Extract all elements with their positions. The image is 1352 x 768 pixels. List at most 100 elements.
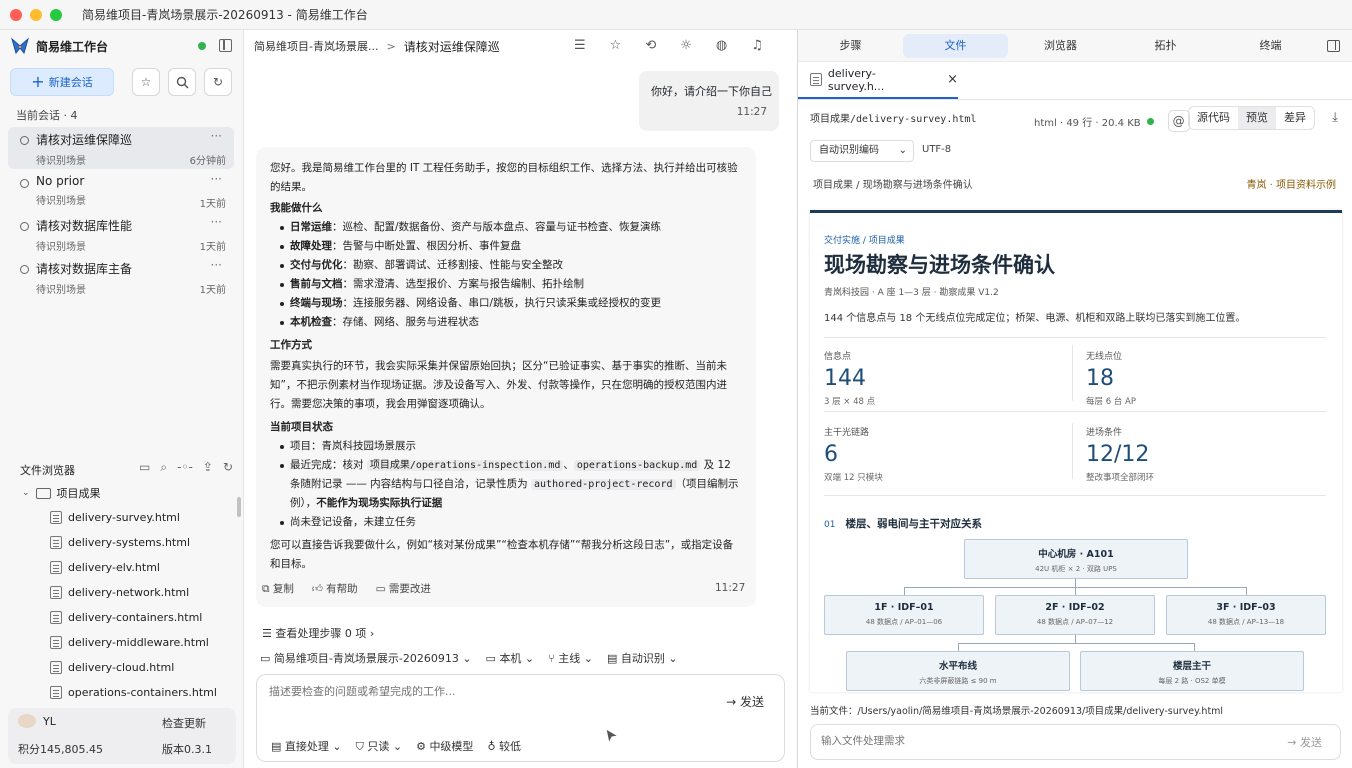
mode-selector[interactable]: ▤ 自动识别 ⌄ bbox=[607, 650, 678, 666]
session-item[interactable]: No prior 待识别场景 1天前 ··· bbox=[8, 170, 234, 212]
upload-icon[interactable]: ⇪ bbox=[203, 460, 213, 475]
user-card[interactable]: YL 检查更新 积分145,805.45 版本0.3.1 bbox=[8, 708, 236, 764]
toggle-panel-icon[interactable] bbox=[1327, 40, 1340, 52]
branch-selector[interactable]: ⑂ 主线 ⌄ bbox=[548, 650, 593, 666]
tab-steps[interactable]: 步骤 bbox=[798, 34, 903, 58]
stat-card: 信息点 144 3 层 × 48 点 bbox=[824, 349, 1064, 407]
search-icon bbox=[176, 76, 188, 88]
chat-input[interactable] bbox=[269, 685, 669, 698]
connector bbox=[1075, 587, 1076, 595]
star-icon[interactable]: ☆ bbox=[610, 38, 622, 53]
stat-label: 主干光链路 bbox=[824, 428, 870, 438]
folder-item[interactable]: ⌄ 项目成果 bbox=[22, 485, 101, 501]
avatar bbox=[18, 714, 36, 728]
copy-icon: ⧉ bbox=[262, 583, 273, 595]
encoding-select[interactable]: 自动识别编码 ⌄ bbox=[810, 140, 914, 162]
new-chat-button[interactable]: + 新建会话 bbox=[10, 68, 114, 96]
close-icon[interactable]: × bbox=[947, 72, 958, 87]
session-more-button[interactable]: ··· bbox=[211, 215, 222, 229]
file-item[interactable]: delivery-cloud.html bbox=[50, 661, 174, 674]
tab-browser[interactable]: 浏览器 bbox=[1008, 34, 1113, 58]
download-icon[interactable]: ⤓ bbox=[1332, 110, 1338, 125]
file-item[interactable]: delivery-elv.html bbox=[50, 561, 160, 574]
sun-icon[interactable]: ☼ bbox=[680, 38, 692, 53]
session-status-icon bbox=[20, 222, 29, 231]
tab-terminal[interactable]: 终端 bbox=[1218, 34, 1323, 58]
list-item: 交付与优化：勘察、部署调试、迁移割接、性能与安全整改 bbox=[280, 256, 742, 275]
refresh-button[interactable]: ↻ bbox=[204, 68, 232, 96]
toggle-sidebar-icon[interactable] bbox=[219, 39, 232, 52]
refresh-files-icon[interactable]: ↻ bbox=[223, 460, 233, 475]
view-mode-toggle: 源代码 预览 差异 bbox=[1188, 106, 1315, 130]
file-item[interactable]: operations-containers.html bbox=[50, 686, 217, 699]
mode-preview[interactable]: 预览 bbox=[1238, 107, 1276, 129]
permission-selector[interactable]: ⛉ 只读 ⌄ bbox=[356, 738, 402, 754]
file-meta: html · 49 行 · 20.4 KB @ bbox=[1034, 110, 1190, 132]
search-files-icon[interactable]: ⌕ bbox=[160, 460, 167, 475]
connector bbox=[1075, 635, 1076, 643]
input-options: ▤ 直接处理 ⌄ ⛉ 只读 ⌄ ⚙ 中级模型 ♁ 较低 bbox=[271, 738, 521, 754]
effort-selector[interactable]: ♁ 较低 bbox=[487, 738, 521, 754]
mode-source[interactable]: 源代码 bbox=[1189, 107, 1238, 129]
session-more-button[interactable]: ··· bbox=[211, 129, 222, 143]
session-item[interactable]: 请核对数据库主备 待识别场景 1天前 ··· bbox=[8, 256, 234, 298]
collapse-icon[interactable]: -◦- bbox=[177, 460, 193, 475]
file-icon bbox=[50, 536, 62, 549]
breadcrumb-project[interactable]: 简易维项目-青岚场景展... bbox=[254, 38, 378, 54]
close-window-button[interactable] bbox=[10, 8, 22, 21]
file-item[interactable]: delivery-network.html bbox=[50, 586, 189, 599]
improve-button[interactable]: ▭ 需要改进 bbox=[376, 581, 431, 596]
file-send-button[interactable]: → 发送 bbox=[1287, 734, 1322, 750]
session-item[interactable]: 请核对运维保障巡 待识别场景 6分钟前 ··· bbox=[8, 127, 234, 169]
file-request-input[interactable] bbox=[821, 735, 1221, 747]
model-selector[interactable]: ⚙ 中级模型 bbox=[416, 738, 473, 754]
location-selector[interactable]: ▭ 本机 ⌄ bbox=[486, 650, 535, 666]
speaker-icon[interactable]: ♫ bbox=[751, 38, 763, 53]
session-title: No prior bbox=[36, 174, 85, 188]
session-item[interactable]: 请核对数据库性能 待识别场景 1天前 ··· bbox=[8, 213, 234, 255]
file-item[interactable]: delivery-containers.html bbox=[50, 611, 202, 624]
new-folder-icon[interactable]: ▭ bbox=[139, 460, 150, 475]
minimize-window-button[interactable] bbox=[30, 8, 42, 21]
exec-mode-selector[interactable]: ▤ 直接处理 ⌄ bbox=[271, 738, 342, 754]
zoom-window-button[interactable] bbox=[50, 8, 62, 21]
connector bbox=[958, 643, 1194, 644]
tab-topology[interactable]: 拓扑 bbox=[1113, 34, 1218, 58]
work-method-text: 需要真实执行的环节，我会实际采集并保留原始回执；区分“已验证事实、基于事实的推断… bbox=[270, 360, 727, 410]
doc-overline: 交付实施 / 项目成果 bbox=[824, 236, 905, 246]
section-heading: 当前项目状态 bbox=[270, 421, 333, 433]
helpful-button[interactable]: 👍︎ 有帮助 bbox=[312, 581, 358, 596]
session-more-button[interactable]: ··· bbox=[211, 258, 222, 272]
open-file-tab[interactable]: delivery-survey.h... × bbox=[798, 62, 958, 99]
search-button[interactable] bbox=[168, 68, 196, 96]
globe-icon[interactable]: ◍ bbox=[716, 38, 727, 53]
session-status-icon bbox=[20, 179, 29, 188]
send-button[interactable]: → 发送 bbox=[726, 693, 764, 710]
copy-button[interactable]: ⧉ 复制 bbox=[262, 581, 294, 596]
file-icon bbox=[50, 611, 62, 624]
list-icon[interactable]: ☰ bbox=[574, 38, 586, 53]
status-dot-icon bbox=[1146, 117, 1154, 125]
file-item[interactable]: delivery-systems.html bbox=[50, 536, 190, 549]
file-item[interactable]: delivery-survey.html bbox=[50, 511, 180, 524]
session-more-button[interactable]: ··· bbox=[211, 172, 222, 186]
list-item: 日常运维：巡检、配置/数据备份、资产与版本盘点、容量与证书检查、恢复演练 bbox=[280, 218, 742, 237]
history-icon[interactable]: ⟲ bbox=[645, 38, 656, 53]
divider bbox=[798, 99, 1352, 100]
capability-list: 日常运维：巡检、配置/数据备份、资产与版本盘点、容量与证书检查、恢复演练 故障处… bbox=[280, 218, 742, 332]
file-browser-scrollbar[interactable] bbox=[237, 497, 241, 517]
favorites-button[interactable]: ☆ bbox=[132, 68, 160, 96]
file-item[interactable]: delivery-middleware.html bbox=[50, 636, 209, 649]
file-name: delivery-middleware.html bbox=[68, 636, 209, 649]
mention-icon[interactable]: @ bbox=[1167, 110, 1190, 132]
doc-icon: ▤ bbox=[606, 652, 621, 665]
tab-files[interactable]: 文件 bbox=[903, 33, 1008, 58]
file-icon bbox=[50, 511, 62, 524]
view-steps-button[interactable]: ☰ 查看处理步骤 0 项 › bbox=[262, 625, 374, 641]
mode-diff[interactable]: 差异 bbox=[1276, 107, 1314, 129]
project-selector[interactable]: ▭ 简易维项目-青岚场景展示-20260913 ⌄ bbox=[260, 650, 472, 666]
refresh-icon: ↻ bbox=[212, 75, 224, 89]
check-update-button[interactable]: 检查更新 bbox=[162, 715, 206, 731]
user-message-time: 11:27 bbox=[736, 106, 767, 118]
list-item: 终端与现场：连接服务器、网络设备、串口/跳板，执行只读采集或经授权的变更 bbox=[280, 294, 742, 313]
